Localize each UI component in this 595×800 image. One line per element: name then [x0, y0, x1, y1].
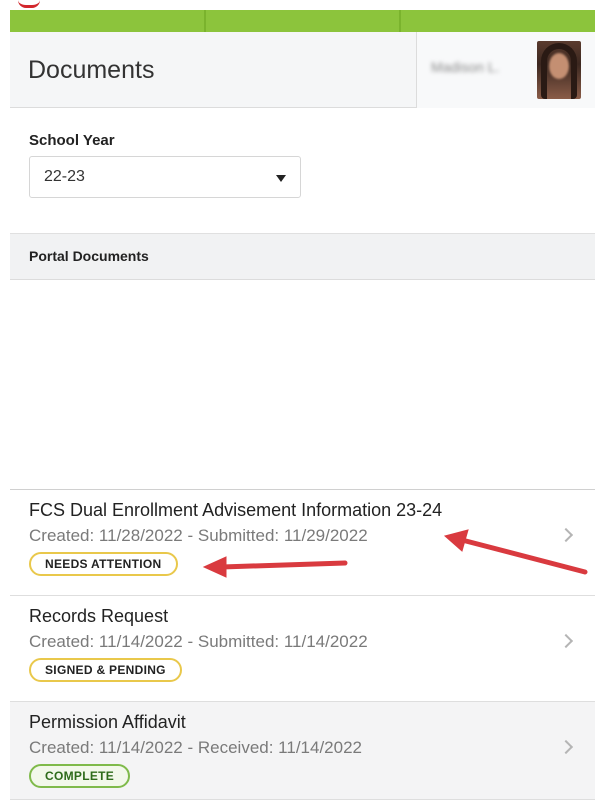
- empty-content-area: [10, 280, 595, 490]
- avatar-hair: [541, 43, 577, 99]
- page-header: Documents Madison L.: [10, 32, 595, 108]
- document-dates: Created: 11/28/2022 - Submitted: 11/29/2…: [29, 526, 368, 545]
- document-dates: Created: 11/14/2022 - Received: 11/14/20…: [29, 738, 362, 757]
- document-name: Permission Affidavit: [29, 712, 186, 732]
- user-menu[interactable]: Madison L.: [416, 32, 595, 108]
- document-name: FCS Dual Enrollment Advisement Informati…: [29, 500, 443, 520]
- chevron-right-icon: [558, 527, 574, 543]
- school-year-filter: School Year 22-23: [10, 108, 595, 234]
- logo-mark: [18, 0, 40, 8]
- school-year-label: School Year: [29, 132, 115, 149]
- page-title: Documents: [28, 56, 155, 84]
- status-badge: SIGNED & PENDING: [29, 658, 182, 682]
- document-row[interactable]: Records Request Created: 11/14/2022 - Su…: [10, 596, 595, 702]
- dropdown-caret-icon: [276, 175, 286, 182]
- top-nav-bar: [0, 0, 595, 32]
- school-year-select[interactable]: 22-23: [29, 156, 301, 198]
- avatar[interactable]: [537, 41, 581, 99]
- status-badge: NEEDS ATTENTION: [29, 552, 178, 576]
- school-year-value: 22-23: [44, 168, 85, 185]
- nav-tab[interactable]: [206, 10, 402, 32]
- document-name: Records Request: [29, 606, 169, 626]
- nav-tab[interactable]: [10, 10, 206, 32]
- status-badge: COMPLETE: [29, 764, 131, 788]
- document-row[interactable]: FCS Dual Enrollment Advisement Informati…: [10, 490, 595, 596]
- chevron-right-icon: [558, 739, 574, 755]
- nav-tab[interactable]: [401, 10, 595, 32]
- user-name: Madison L.: [431, 59, 500, 75]
- portal-documents-header: Portal Documents: [10, 234, 595, 280]
- section-title: Portal Documents: [29, 248, 149, 264]
- document-dates: Created: 11/14/2022 - Submitted: 11/14/2…: [29, 632, 368, 651]
- document-row[interactable]: Permission Affidavit Created: 11/14/2022…: [10, 702, 595, 800]
- chevron-right-icon: [558, 633, 574, 649]
- nav-tabs: [10, 10, 595, 32]
